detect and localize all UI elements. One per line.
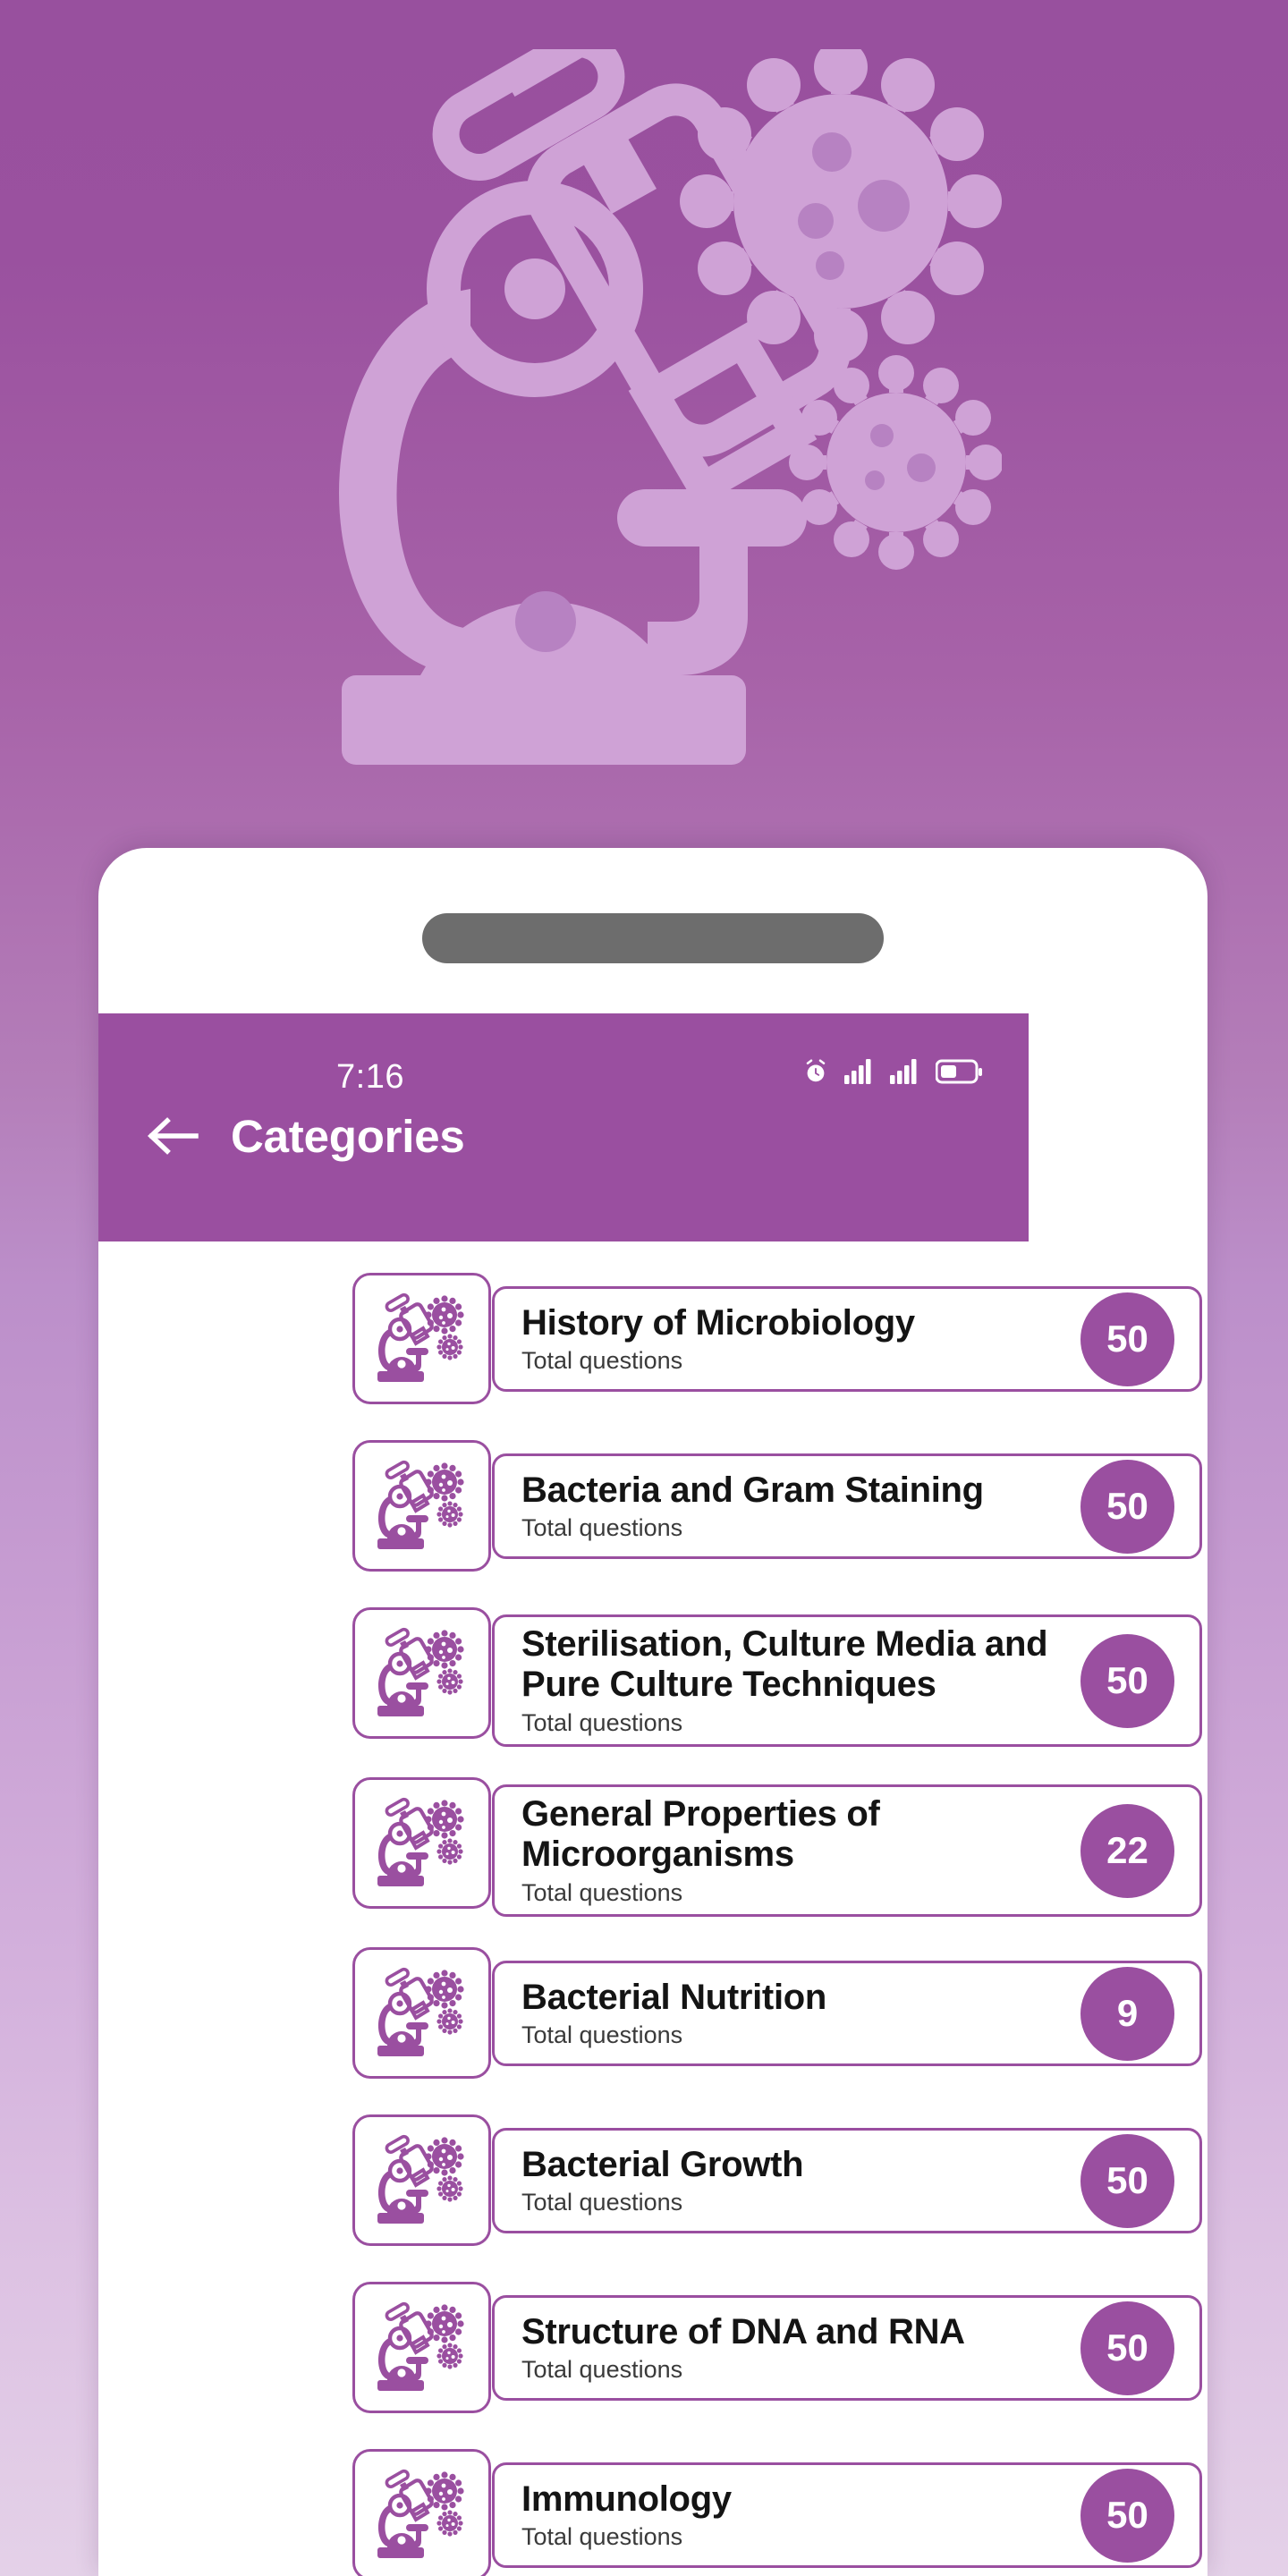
question-count-badge: 50 — [1080, 2468, 1174, 2563]
category-title: Structure of DNA and RNA — [521, 2311, 965, 2351]
category-card[interactable]: History of Microbiology Total questions … — [492, 1286, 1202, 1392]
category-icon-box — [352, 1947, 491, 2079]
category-text: Bacteria and Gram Staining Total questio… — [495, 1470, 1080, 1543]
category-text: Bacterial Growth Total questions — [495, 2145, 1080, 2217]
category-row-5[interactable]: Bacterial Growth Total questions 50 — [98, 2095, 1208, 2262]
back-button[interactable] — [143, 1106, 202, 1165]
status-bar: 7:16 — [98, 1013, 1029, 1096]
category-subtitle: Total questions — [521, 1514, 683, 1542]
category-row-6[interactable]: Structure of DNA and RNA Total questions… — [98, 2262, 1208, 2429]
category-text: Structure of DNA and RNA Total questions — [495, 2312, 1080, 2385]
category-title: Sterilisation, Culture Media and Pure Cu… — [521, 1624, 1048, 1704]
microscope-virus-icon — [377, 1967, 464, 2056]
category-title: Bacteria and Gram Staining — [521, 1470, 984, 1510]
category-card[interactable]: Bacterial Nutrition Total questions 9 — [492, 1961, 1202, 2066]
question-count-badge: 50 — [1080, 2133, 1174, 2228]
question-count-badge: 22 — [1080, 1803, 1174, 1898]
app-header: 7:16 Categories — [98, 1013, 1029, 1241]
category-row-1[interactable]: Bacteria and Gram Staining Total questio… — [98, 1420, 1208, 1588]
category-subtitle: Total questions — [521, 1878, 683, 1906]
category-icon-box — [352, 2449, 491, 2576]
category-icon-box — [352, 1440, 491, 1572]
category-title: Immunology — [521, 2479, 732, 2519]
category-card[interactable]: General Properties of Microorganisms Tot… — [492, 1784, 1202, 1917]
category-subtitle: Total questions — [521, 2523, 683, 2551]
category-text: Bacterial Nutrition Total questions — [495, 1978, 1080, 2050]
category-title: General Properties of Microorganisms — [521, 1794, 880, 1874]
category-icon-box — [352, 1607, 491, 1739]
category-text: General Properties of Microorganisms Tot… — [495, 1794, 1080, 1907]
hero-illustration — [0, 0, 1288, 859]
question-count-badge: 50 — [1080, 1292, 1174, 1386]
category-card[interactable]: Bacteria and Gram Staining Total questio… — [492, 1453, 1202, 1559]
category-subtitle: Total questions — [521, 2021, 683, 2049]
microscope-virus-icon — [377, 2301, 464, 2391]
speaker-grille — [422, 913, 884, 963]
header-row: Categories — [98, 1106, 1029, 1165]
status-time: 7:16 — [336, 1058, 404, 1096]
category-row-2[interactable]: Sterilisation, Culture Media and Pure Cu… — [98, 1588, 1208, 1758]
question-count-badge: 9 — [1080, 1966, 1174, 2061]
battery-icon — [936, 1059, 982, 1084]
category-subtitle: Total questions — [521, 1708, 683, 1736]
signal-bars-icon — [890, 1059, 917, 1084]
category-card[interactable]: Structure of DNA and RNA Total questions… — [492, 2295, 1202, 2401]
question-count-badge: 50 — [1080, 1459, 1174, 1554]
page-title: Categories — [231, 1110, 465, 1162]
question-count-badge: 50 — [1080, 2301, 1174, 2395]
category-title: History of Microbiology — [521, 1302, 915, 1343]
microscope-virus-icon — [339, 49, 1002, 765]
category-subtitle: Total questions — [521, 2189, 683, 2216]
back-arrow-icon — [147, 1117, 199, 1155]
category-title: Bacterial Growth — [521, 2144, 804, 2184]
category-card[interactable]: Bacterial Growth Total questions 50 — [492, 2128, 1202, 2233]
category-text: History of Microbiology Total questions — [495, 1303, 1080, 1376]
category-text: Sterilisation, Culture Media and Pure Cu… — [495, 1624, 1080, 1737]
status-icons — [802, 1058, 982, 1085]
category-card[interactable]: Immunology Total questions 50 — [492, 2462, 1202, 2568]
category-icon-box — [352, 1273, 491, 1404]
microscope-virus-icon — [377, 1460, 464, 1549]
phone-mockup-frame: 7:16 Categories History of Microbiology … — [98, 848, 1208, 2576]
category-list: History of Microbiology Total questions … — [98, 1253, 1208, 2576]
question-count-badge: 50 — [1080, 1633, 1174, 1728]
microscope-virus-icon — [377, 2469, 464, 2558]
microscope-virus-icon — [377, 2134, 464, 2224]
category-icon-box — [352, 2114, 491, 2246]
category-subtitle: Total questions — [521, 2356, 683, 2384]
category-row-7[interactable]: Immunology Total questions 50 — [98, 2429, 1208, 2576]
category-icon-box — [352, 1777, 491, 1909]
microscope-virus-icon — [377, 1292, 464, 1382]
microscope-virus-icon — [377, 1627, 464, 1716]
category-row-4[interactable]: Bacterial Nutrition Total questions 9 — [98, 1928, 1208, 2095]
category-card[interactable]: Sterilisation, Culture Media and Pure Cu… — [492, 1614, 1202, 1747]
signal-bars-icon — [844, 1059, 871, 1084]
app-screen: 7:16 Categories History of Microbiology … — [98, 1013, 1208, 2576]
category-subtitle: Total questions — [521, 1347, 683, 1375]
alarm-clock-icon — [806, 1059, 826, 1082]
category-row-0[interactable]: History of Microbiology Total questions … — [98, 1253, 1208, 1420]
category-text: Immunology Total questions — [495, 2479, 1080, 2552]
category-row-3[interactable]: General Properties of Microorganisms Tot… — [98, 1758, 1208, 1928]
category-title: Bacterial Nutrition — [521, 1977, 827, 2017]
category-icon-box — [352, 2282, 491, 2413]
microscope-virus-icon — [377, 1797, 464, 1886]
